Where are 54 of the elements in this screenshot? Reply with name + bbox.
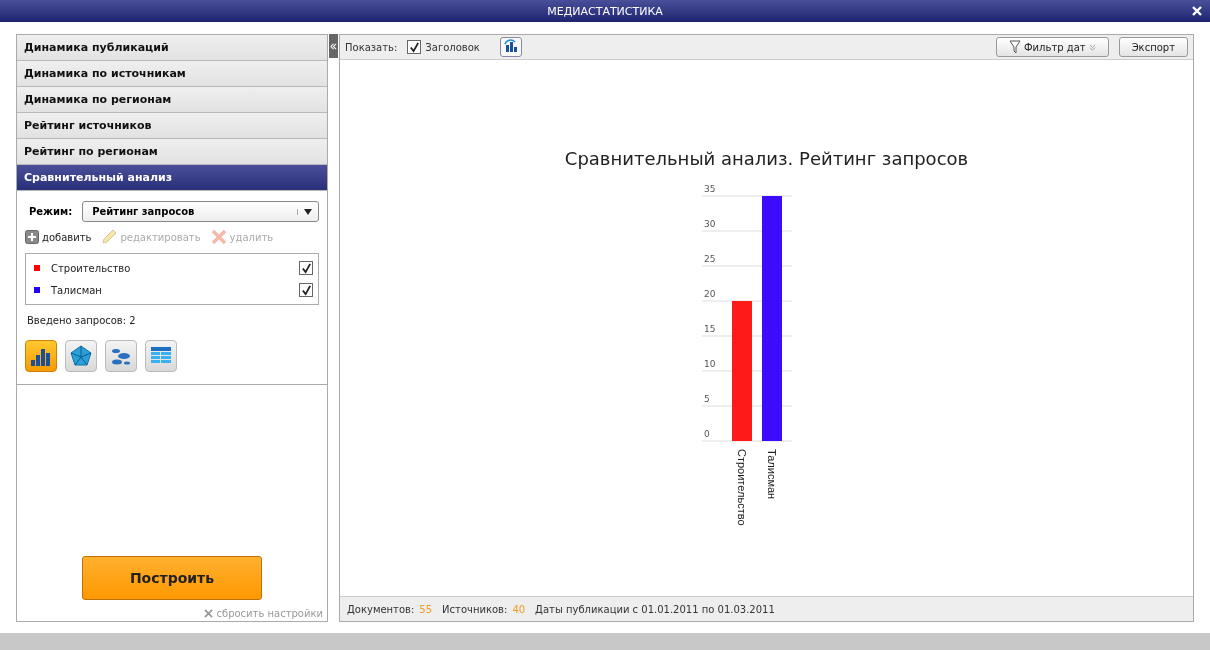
double-chevron-icon (330, 42, 337, 50)
axis-tick-label: 30 (703, 219, 715, 229)
plus-icon (25, 230, 39, 244)
category-label: Строительство (735, 449, 748, 526)
axis-tick-label: 35 (703, 184, 715, 194)
query-name: Талисман (51, 284, 103, 296)
chart-title: Сравнительный анализ. Рейтинг запросов (564, 148, 969, 169)
pencil-icon (101, 229, 118, 245)
axis-tick-label: 0 (703, 429, 710, 439)
mode-label: Режим: (28, 206, 73, 217)
header-checkbox[interactable]: Заголовок (407, 40, 480, 54)
menu-item[interactable]: Динамика по источникам (17, 61, 327, 87)
bar-chart-button[interactable] (25, 340, 57, 372)
axis-tick-label: 15 (703, 324, 715, 334)
axis-tick-label: 5 (703, 394, 710, 404)
mode-dropdown[interactable]: Рейтинг запросов (82, 201, 319, 222)
double-chevron-icon (1088, 43, 1096, 51)
show-label: Показать: (345, 41, 398, 53)
radar-chart-button[interactable] (65, 340, 97, 372)
axis-tick-label: 20 (703, 289, 715, 299)
status-label: Документов: (347, 603, 415, 615)
refresh-button[interactable] (499, 37, 522, 57)
axis-tick-label: 25 (703, 254, 715, 264)
menu-item[interactable]: Динамика по регионам (17, 87, 327, 113)
action-button[interactable]: добавить (25, 229, 92, 245)
status-label: Источников: (442, 603, 508, 615)
cross-icon (210, 229, 227, 245)
date-filter-button[interactable]: Фильтр дат (996, 37, 1109, 57)
collapse-tab[interactable] (329, 34, 338, 58)
cross-icon (204, 609, 214, 618)
axis-tick-label: 10 (703, 359, 715, 369)
close-icon[interactable] (1192, 6, 1202, 16)
menu-item[interactable]: Динамика публикаций (17, 35, 327, 61)
query-count: Введено запросов: 2 (27, 315, 137, 326)
status-value: 40 (512, 603, 526, 615)
pentagon-icon (69, 344, 93, 368)
status-value: 55 (419, 603, 433, 615)
menu-item[interactable]: Рейтинг источников (17, 113, 327, 139)
bubble-chart-button[interactable] (105, 340, 137, 372)
filter-icon (1009, 40, 1021, 54)
status-label: Даты публикации с 01.01.2011 по 01.03.2011 (535, 603, 775, 615)
build-button[interactable]: Построить (82, 556, 262, 600)
query-name: Строительство (51, 262, 132, 274)
checkbox[interactable] (299, 261, 313, 275)
window-title: МЕДИАСТАТИСТИКА (547, 4, 663, 18)
export-button[interactable]: Экспорт (1118, 37, 1188, 57)
category-label: Талисман (765, 449, 778, 500)
menu-item[interactable]: Рейтинг по регионам (17, 139, 327, 165)
checkbox[interactable] (299, 283, 313, 297)
refresh-chart-icon (502, 39, 519, 55)
table-chart-button[interactable] (145, 340, 177, 372)
check-icon (408, 41, 420, 53)
menu-item[interactable]: Сравнительный анализ (17, 165, 327, 191)
caret-icon (297, 208, 312, 215)
